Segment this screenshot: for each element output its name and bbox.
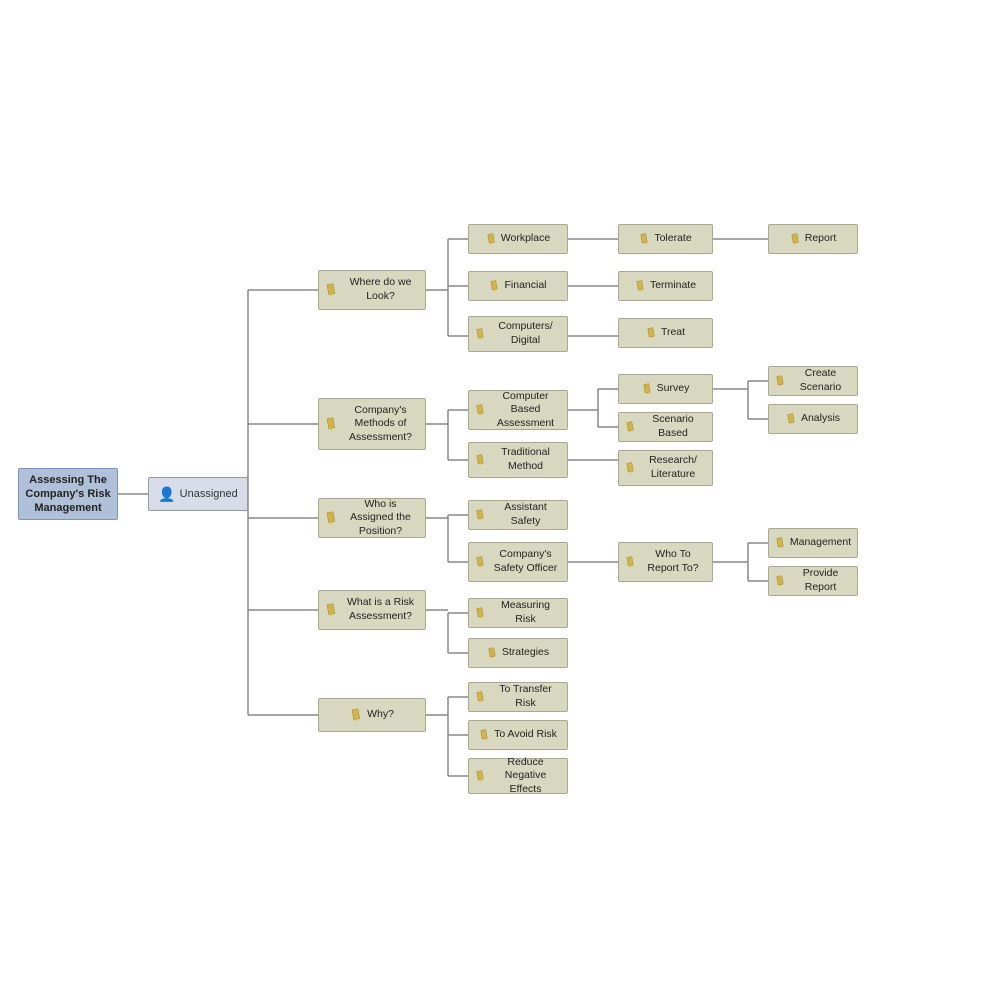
leaf-computer-based-label: Computer Based Assessment bbox=[490, 390, 561, 431]
node-treat-label: Treat bbox=[661, 326, 685, 340]
node-treat: Treat bbox=[618, 318, 713, 348]
node-tolerate: Tolerate bbox=[618, 224, 713, 254]
leaf-transfer-risk: To Transfer Risk bbox=[468, 682, 568, 712]
pencil-icon bbox=[475, 404, 487, 416]
pencil-icon bbox=[475, 328, 487, 340]
leaf-traditional-label: Traditional Method bbox=[490, 446, 561, 473]
leaf-financial: Financial bbox=[468, 271, 568, 301]
node-who-report-label: Who To Report To? bbox=[640, 548, 706, 575]
branch-methods-label: Company's Methods of Assessment? bbox=[342, 404, 419, 445]
node-provide-report: Provide Report bbox=[768, 566, 858, 596]
node-analysis: Analysis bbox=[768, 404, 858, 434]
root-node: Assessing The Company's Risk Management bbox=[18, 468, 118, 520]
pencil-icon bbox=[775, 537, 787, 549]
pencil-icon bbox=[325, 603, 339, 617]
node-who-report: Who To Report To? bbox=[618, 542, 713, 582]
branch-why-label: Why? bbox=[367, 708, 394, 722]
leaf-avoid-risk-label: To Avoid Risk bbox=[494, 728, 557, 742]
node-survey: Survey bbox=[618, 374, 713, 404]
pencil-icon bbox=[350, 708, 364, 722]
pencil-icon bbox=[475, 691, 487, 703]
pencil-icon bbox=[486, 233, 498, 245]
leaf-workplace-label: Workplace bbox=[501, 232, 550, 246]
unassigned-label: Unassigned bbox=[180, 487, 238, 501]
leaf-measuring-risk: Measuring Risk bbox=[468, 598, 568, 628]
leaf-assistant-safety-label: Assistant Safety bbox=[490, 501, 561, 528]
leaf-assistant-safety: Assistant Safety bbox=[468, 500, 568, 530]
pencil-icon bbox=[475, 770, 487, 782]
pencil-icon bbox=[639, 233, 651, 245]
pencil-icon bbox=[325, 283, 339, 297]
pencil-icon bbox=[487, 647, 499, 659]
node-research-label: Research/ Literature bbox=[640, 454, 706, 481]
pencil-icon bbox=[325, 511, 339, 525]
branch-risk-assessment: What is a Risk Assessment? bbox=[318, 590, 426, 630]
node-terminate-label: Terminate bbox=[650, 279, 696, 293]
pencil-icon bbox=[625, 556, 637, 568]
pencil-icon bbox=[489, 280, 501, 292]
pencil-icon bbox=[475, 556, 487, 568]
pencil-icon bbox=[479, 729, 491, 741]
branch-why: Why? bbox=[318, 698, 426, 732]
pencil-icon bbox=[475, 509, 487, 521]
node-provide-report-label: Provide Report bbox=[790, 567, 851, 594]
node-management: Management bbox=[768, 528, 858, 558]
branch-where: Where do we Look? bbox=[318, 270, 426, 310]
diagram-container: Assessing The Company's Risk Management … bbox=[0, 0, 1000, 1000]
leaf-computers: Computers/ Digital bbox=[468, 316, 568, 352]
leaf-avoid-risk: To Avoid Risk bbox=[468, 720, 568, 750]
pencil-icon bbox=[475, 607, 487, 619]
pencil-icon bbox=[786, 413, 798, 425]
node-analysis-label: Analysis bbox=[801, 412, 840, 426]
leaf-traditional: Traditional Method bbox=[468, 442, 568, 478]
node-research: Research/ Literature bbox=[618, 450, 713, 486]
node-report: Report bbox=[768, 224, 858, 254]
pencil-icon bbox=[775, 575, 787, 587]
leaf-computers-label: Computers/ Digital bbox=[490, 320, 561, 347]
leaf-strategies-label: Strategies bbox=[502, 646, 549, 660]
leaf-transfer-risk-label: To Transfer Risk bbox=[490, 683, 561, 710]
pencil-icon bbox=[325, 417, 339, 431]
leaf-safety-officer: Company's Safety Officer bbox=[468, 542, 568, 582]
branch-risk-assessment-label: What is a Risk Assessment? bbox=[342, 596, 419, 623]
branch-who-assigned-label: Who is Assigned the Position? bbox=[342, 498, 419, 539]
node-scenario-based: Scenario Based bbox=[618, 412, 713, 442]
node-create-scenario: Create Scenario bbox=[768, 366, 858, 396]
branch-who-assigned: Who is Assigned the Position? bbox=[318, 498, 426, 538]
pencil-icon bbox=[642, 383, 654, 395]
pencil-icon bbox=[635, 280, 647, 292]
leaf-computer-based: Computer Based Assessment bbox=[468, 390, 568, 430]
leaf-reduce-negative: Reduce Negative Effects bbox=[468, 758, 568, 794]
node-scenario-based-label: Scenario Based bbox=[640, 413, 706, 440]
leaf-strategies: Strategies bbox=[468, 638, 568, 668]
person-icon: 👤 bbox=[158, 485, 175, 503]
node-tolerate-label: Tolerate bbox=[654, 232, 691, 246]
leaf-measuring-risk-label: Measuring Risk bbox=[490, 599, 561, 626]
leaf-financial-label: Financial bbox=[504, 279, 546, 293]
node-report-label: Report bbox=[805, 232, 837, 246]
pencil-icon bbox=[625, 421, 637, 433]
pencil-icon bbox=[475, 454, 487, 466]
leaf-safety-officer-label: Company's Safety Officer bbox=[490, 548, 561, 575]
node-management-label: Management bbox=[790, 536, 851, 550]
pencil-icon bbox=[625, 462, 637, 474]
leaf-reduce-negative-label: Reduce Negative Effects bbox=[490, 756, 561, 797]
node-terminate: Terminate bbox=[618, 271, 713, 301]
branch-where-label: Where do we Look? bbox=[342, 276, 419, 303]
node-survey-label: Survey bbox=[657, 382, 690, 396]
root-label: Assessing The Company's Risk Management bbox=[25, 473, 111, 516]
unassigned-node: 👤 Unassigned bbox=[148, 477, 248, 511]
branch-methods: Company's Methods of Assessment? bbox=[318, 398, 426, 450]
node-create-scenario-label: Create Scenario bbox=[790, 367, 851, 394]
leaf-workplace: Workplace bbox=[468, 224, 568, 254]
pencil-icon bbox=[790, 233, 802, 245]
pencil-icon bbox=[775, 375, 787, 387]
pencil-icon bbox=[646, 327, 658, 339]
